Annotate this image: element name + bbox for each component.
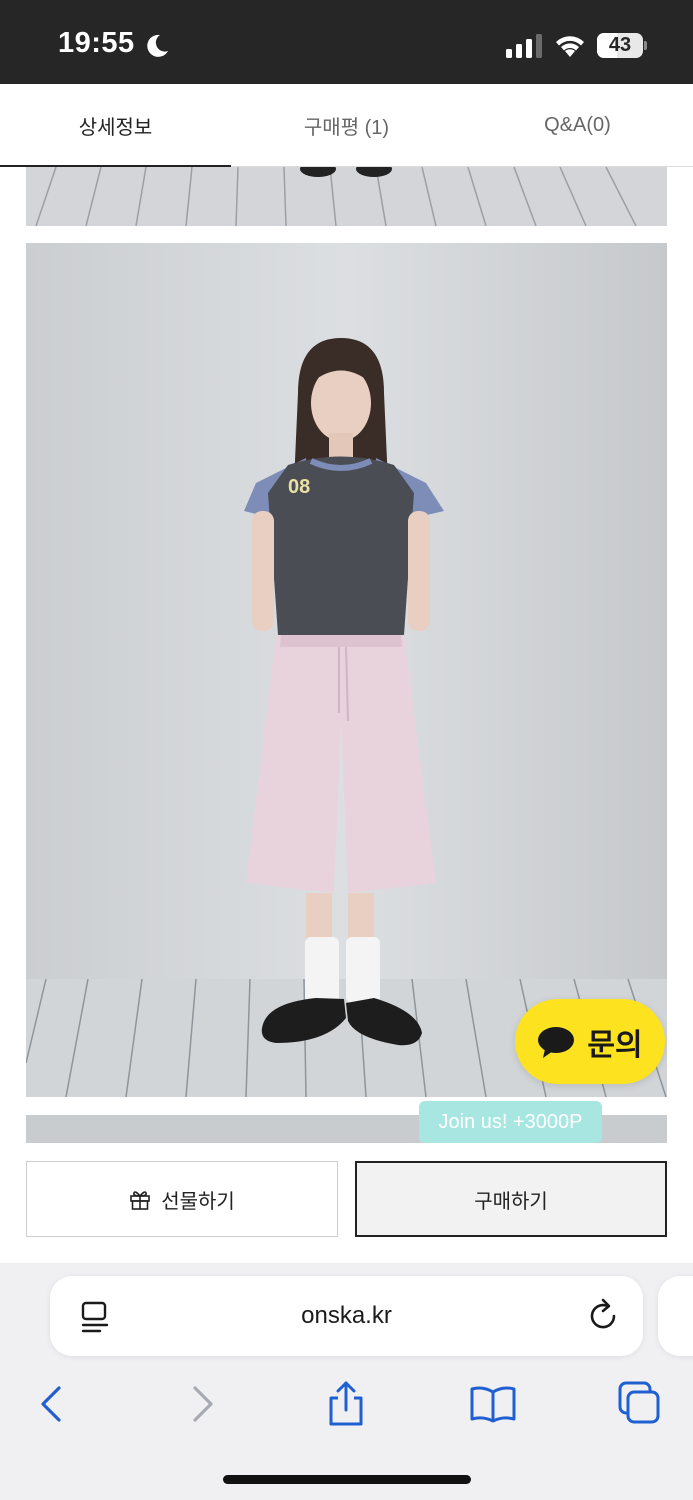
reload-icon[interactable] [588,1298,620,1332]
tab-details[interactable]: 상세정보 [0,84,231,167]
tab-reviews[interactable]: 구매평 (1) [231,84,462,166]
buy-label: 구매하기 [474,1190,548,1213]
address-bar[interactable]: onska.kr [50,1276,643,1356]
home-indicator [223,1475,471,1484]
moon-icon [147,34,168,57]
share-icon[interactable] [322,1380,370,1428]
battery-level: 43 [608,34,632,56]
buy-button[interactable]: 구매하기 [355,1161,667,1237]
status-time: 19:55 [58,27,135,59]
back-icon[interactable] [28,1380,76,1428]
gift-icon [130,1191,150,1210]
battery-icon: 43 [597,33,647,58]
bookmarks-icon[interactable] [469,1380,517,1428]
next-tab-peek[interactable] [658,1276,693,1356]
inquiry-label: 문의 [587,1028,643,1062]
join-promo-badge[interactable]: Join us! +3000P [419,1101,602,1151]
gift-button[interactable]: 선물하기 [26,1161,338,1237]
shirt-number: 08 [288,476,310,498]
cellular-signal-icon [506,34,542,58]
detail-tabs: 상세정보 구매평 (1) Q&A(0) [0,84,693,167]
tabs-icon[interactable] [615,1380,663,1428]
product-photo-previous [26,167,667,226]
purchase-action-bar: 선물하기 구매하기 [0,1143,693,1263]
status-bar: 19:55 43 [0,0,693,84]
product-photo-main: 08 [26,243,667,1097]
address-text: onska.kr [301,1302,392,1329]
browser-toolbar: onska.kr [0,1263,693,1500]
forward-icon[interactable] [178,1380,226,1428]
wifi-icon [556,36,584,57]
inquiry-chat-button[interactable]: 문의 [515,999,665,1084]
tab-qna[interactable]: Q&A(0) [462,84,693,166]
chat-bubble-icon [538,1026,575,1058]
gift-label: 선물하기 [161,1190,235,1213]
